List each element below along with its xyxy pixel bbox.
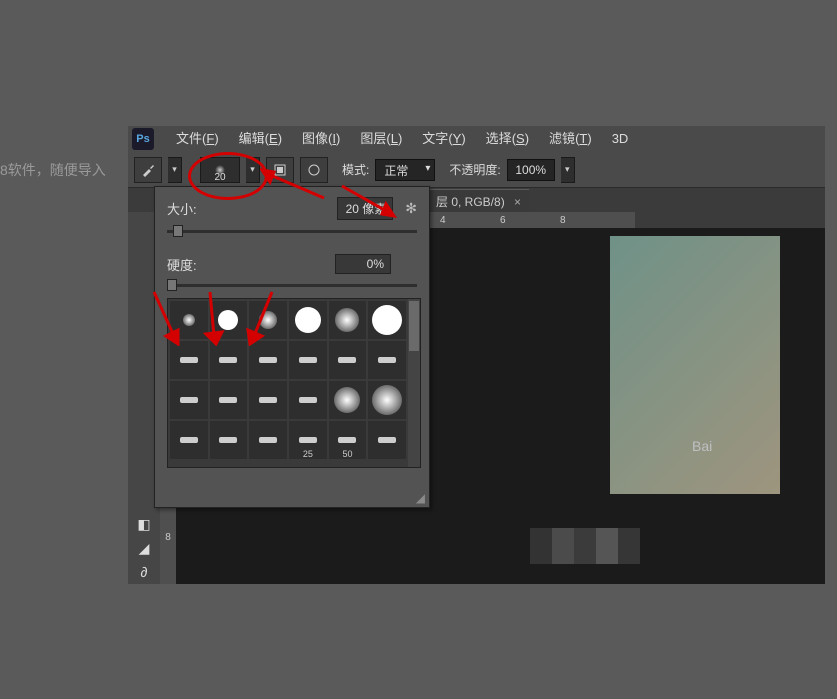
brush-thumb[interactable] bbox=[289, 381, 327, 419]
size-value[interactable]: 20 像素 bbox=[337, 197, 393, 220]
blend-mode-select[interactable]: 正常▾ bbox=[375, 159, 435, 181]
scrollbar-thumb[interactable] bbox=[409, 301, 419, 351]
brush-thumbnails: 25 50 bbox=[167, 298, 421, 468]
menubar: Ps 文件(F) 编辑(E) 图像(I) 图层(L) 文字(Y) 选择(S) 滤… bbox=[128, 126, 825, 152]
size-label: 大小: bbox=[167, 199, 217, 218]
menu-type[interactable]: 文字(Y) bbox=[412, 126, 475, 152]
brush-thumb[interactable] bbox=[368, 381, 406, 419]
brush-preset-panel: 大小: 20 像素 ✻ 硬度: 0% bbox=[154, 186, 430, 508]
brush-thumb[interactable] bbox=[210, 301, 248, 339]
brush-size-label: 20 bbox=[201, 172, 239, 183]
brush-thumb[interactable] bbox=[170, 301, 208, 339]
tablet-pressure-icon[interactable] bbox=[300, 157, 328, 183]
brush-scrollbar[interactable] bbox=[408, 299, 420, 467]
ps-logo: Ps bbox=[132, 128, 154, 150]
menu-edit[interactable]: 编辑(E) bbox=[229, 126, 292, 152]
document-tab-area: 层 0, RGB/8) × bbox=[428, 190, 529, 212]
brush-thumb[interactable] bbox=[289, 341, 327, 379]
tool-preset-dropdown[interactable] bbox=[168, 157, 182, 183]
brush-tool-icon[interactable] bbox=[134, 157, 162, 183]
opacity-value[interactable]: 100% bbox=[507, 159, 555, 181]
brush-thumb[interactable] bbox=[329, 341, 367, 379]
hardness-label: 硬度: bbox=[167, 255, 217, 274]
brush-preset-dropdown[interactable] bbox=[246, 157, 260, 183]
hardness-slider[interactable] bbox=[167, 282, 417, 288]
size-slider-knob[interactable] bbox=[173, 225, 183, 237]
hardness-value[interactable]: 0% bbox=[335, 254, 391, 274]
brush-thumb[interactable] bbox=[329, 301, 367, 339]
gradient-tool-icon[interactable]: ◢ bbox=[128, 536, 160, 560]
watermark-text: Bai bbox=[692, 438, 712, 454]
brush-thumb[interactable] bbox=[289, 301, 327, 339]
brush-panel-toggle-icon[interactable] bbox=[266, 157, 294, 183]
menu-image[interactable]: 图像(I) bbox=[292, 126, 350, 152]
brush-thumb[interactable] bbox=[368, 421, 406, 459]
brush-thumb[interactable] bbox=[170, 381, 208, 419]
pixelated-region bbox=[530, 528, 640, 564]
background-text: 8软件，随便导入 bbox=[0, 160, 106, 180]
document-image bbox=[610, 236, 780, 494]
blur-tool-icon[interactable]: ∂ bbox=[128, 560, 160, 584]
brush-thumb[interactable]: 50 bbox=[329, 421, 367, 459]
menu-file[interactable]: 文件(F) bbox=[166, 126, 229, 152]
eraser-tool-icon[interactable]: ◧ bbox=[128, 512, 160, 536]
close-icon[interactable]: × bbox=[514, 195, 521, 209]
brush-thumb[interactable] bbox=[210, 421, 248, 459]
menu-layer[interactable]: 图层(L) bbox=[350, 126, 412, 152]
brush-thumb[interactable] bbox=[249, 341, 287, 379]
mode-label: 模式: bbox=[342, 161, 369, 178]
gear-icon[interactable]: ✻ bbox=[405, 200, 417, 217]
brush-thumb[interactable] bbox=[249, 381, 287, 419]
opacity-dropdown[interactable] bbox=[561, 157, 575, 183]
brush-thumb[interactable] bbox=[368, 301, 406, 339]
brush-thumb[interactable] bbox=[249, 301, 287, 339]
resize-handle-icon[interactable]: ◢ bbox=[416, 491, 425, 505]
brush-thumb[interactable] bbox=[170, 421, 208, 459]
brush-thumb[interactable] bbox=[368, 341, 406, 379]
brush-thumb[interactable] bbox=[170, 341, 208, 379]
size-slider[interactable] bbox=[167, 228, 417, 234]
photoshop-window: Ps 文件(F) 编辑(E) 图像(I) 图层(L) 文字(Y) 选择(S) 滤… bbox=[128, 126, 825, 584]
options-bar: 20 模式: 正常▾ 不透明度: 100% bbox=[128, 152, 825, 188]
brush-preset-picker[interactable]: 20 bbox=[200, 157, 240, 183]
hardness-slider-knob[interactable] bbox=[167, 279, 177, 291]
opacity-label: 不透明度: bbox=[449, 161, 500, 178]
brush-thumb[interactable] bbox=[249, 421, 287, 459]
brush-thumb[interactable] bbox=[210, 381, 248, 419]
brush-thumb[interactable] bbox=[329, 381, 367, 419]
menu-select[interactable]: 选择(S) bbox=[476, 126, 539, 152]
menu-3d[interactable]: 3D bbox=[602, 126, 639, 152]
menu-filter[interactable]: 滤镜(T) bbox=[539, 126, 602, 152]
brush-thumb[interactable] bbox=[210, 341, 248, 379]
brush-thumb[interactable]: 25 bbox=[289, 421, 327, 459]
document-tab[interactable]: 层 0, RGB/8) × bbox=[428, 189, 529, 213]
